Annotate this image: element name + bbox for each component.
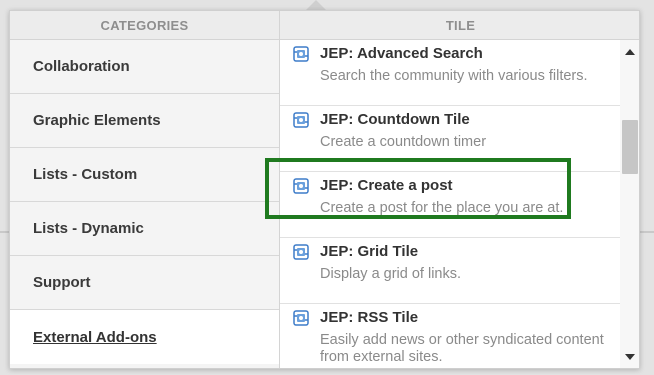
- tile-description: Create a countdown timer: [320, 134, 487, 150]
- scroll-thumb[interactable]: [622, 120, 638, 174]
- scroll-up-arrow-icon[interactable]: [625, 49, 635, 55]
- puzzle-tile-icon: [293, 178, 309, 194]
- tile-name: JEP: Grid Tile: [320, 243, 419, 260]
- puzzle-tile-icon: [293, 244, 309, 260]
- tile-item[interactable]: JEP: Advanced Search Search the community…: [280, 40, 620, 106]
- categories-list: Collaboration Graphic Elements Lists - Cus…: [10, 40, 279, 364]
- tile-description: Create a post for the place you are at.: [320, 200, 564, 216]
- tile-picker-popover: CATEGORIES Collaboration Graphic Elements…: [9, 10, 640, 369]
- popover-caret-border: [306, 0, 326, 10]
- tile-name: JEP: Create a post: [320, 177, 453, 194]
- categories-header: CATEGORIES: [10, 11, 279, 40]
- scroll-down-arrow-icon[interactable]: [625, 354, 635, 360]
- tiles-scrollbar[interactable]: [620, 40, 639, 368]
- tile-name: JEP: RSS Tile: [320, 309, 419, 326]
- category-item[interactable]: Lists - Dynamic: [10, 202, 279, 256]
- tile-description: Display a grid of links.: [320, 266, 462, 282]
- tile-header: TILE: [280, 11, 639, 40]
- tile-item[interactable]: JEP: RSS Tile Easily add news or other sy…: [280, 304, 620, 368]
- category-item[interactable]: External Add-ons: [10, 310, 279, 364]
- background-divider: [640, 231, 654, 233]
- category-item[interactable]: Graphic Elements: [10, 94, 279, 148]
- puzzle-tile-icon: [293, 46, 309, 62]
- categories-column: CATEGORIES Collaboration Graphic Elements…: [10, 11, 280, 368]
- category-item[interactable]: Support: [10, 256, 279, 310]
- tile-description: Easily add news or other syndicated cont…: [320, 332, 604, 365]
- tile-item[interactable]: JEP: Create a post Create a post for the …: [280, 172, 620, 238]
- tile-item[interactable]: JEP: Grid Tile Display a grid of links.: [280, 238, 620, 304]
- category-item[interactable]: Collaboration: [10, 40, 279, 94]
- puzzle-tile-icon: [293, 112, 309, 128]
- puzzle-tile-icon: [293, 310, 309, 326]
- tile-description: Search the community with various filter…: [320, 68, 588, 84]
- tiles-list[interactable]: JEP: Advanced Search Search the community…: [280, 40, 620, 368]
- background-divider: [0, 231, 9, 233]
- tile-name: JEP: Advanced Search: [320, 45, 483, 62]
- tile-item[interactable]: JEP: Countdown Tile Create a countdown ti…: [280, 106, 620, 172]
- tiles-column: TILE JEP: Advanced Search Search the comm…: [280, 11, 639, 368]
- tile-name: JEP: Countdown Tile: [320, 111, 470, 128]
- category-item[interactable]: Lists - Custom: [10, 148, 279, 202]
